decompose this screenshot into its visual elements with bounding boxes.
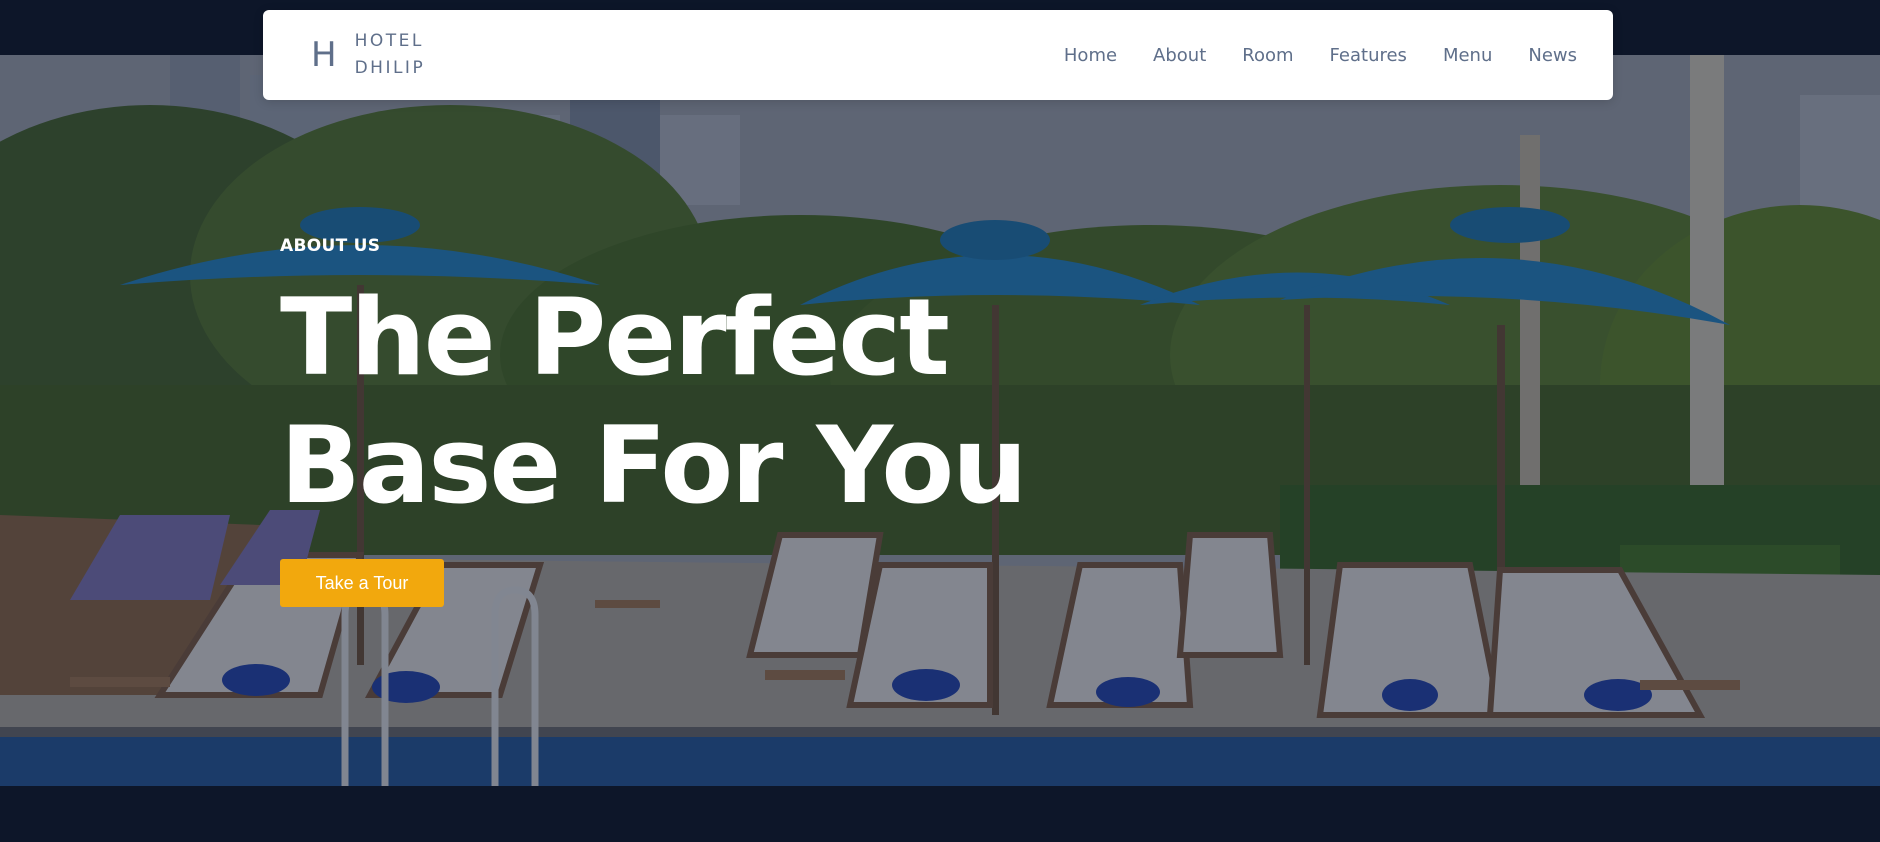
nav-link-news[interactable]: News: [1528, 45, 1577, 66]
hero-eyebrow: ABOUT US: [280, 236, 381, 256]
brand-name: HOTEL DHILIP: [355, 28, 426, 82]
brand-logo[interactable]: H HOTEL DHILIP: [311, 10, 425, 100]
nav-link-room[interactable]: Room: [1242, 45, 1293, 66]
top-navbar: H HOTEL DHILIP Home About Room Features …: [263, 10, 1613, 100]
hero-title-line-1: The Perfect: [280, 276, 950, 399]
nav-link-about[interactable]: About: [1153, 45, 1206, 66]
brand-line-1: HOTEL: [354, 31, 424, 51]
brand-line-2: DHILIP: [354, 58, 426, 78]
nav-link-features[interactable]: Features: [1330, 45, 1407, 66]
hero-title: The Perfect Base For You: [280, 274, 1028, 530]
hero-content: ABOUT US The Perfect Base For You Take a…: [280, 236, 1028, 607]
brand-mark: H: [311, 35, 337, 75]
nav-link-menu[interactable]: Menu: [1443, 45, 1492, 66]
nav-link-home[interactable]: Home: [1064, 45, 1117, 66]
take-a-tour-button[interactable]: Take a Tour: [280, 559, 444, 607]
nav-menu: Home About Room Features Menu News: [1064, 10, 1577, 100]
hero-title-line-2: Base For You: [280, 404, 1028, 527]
